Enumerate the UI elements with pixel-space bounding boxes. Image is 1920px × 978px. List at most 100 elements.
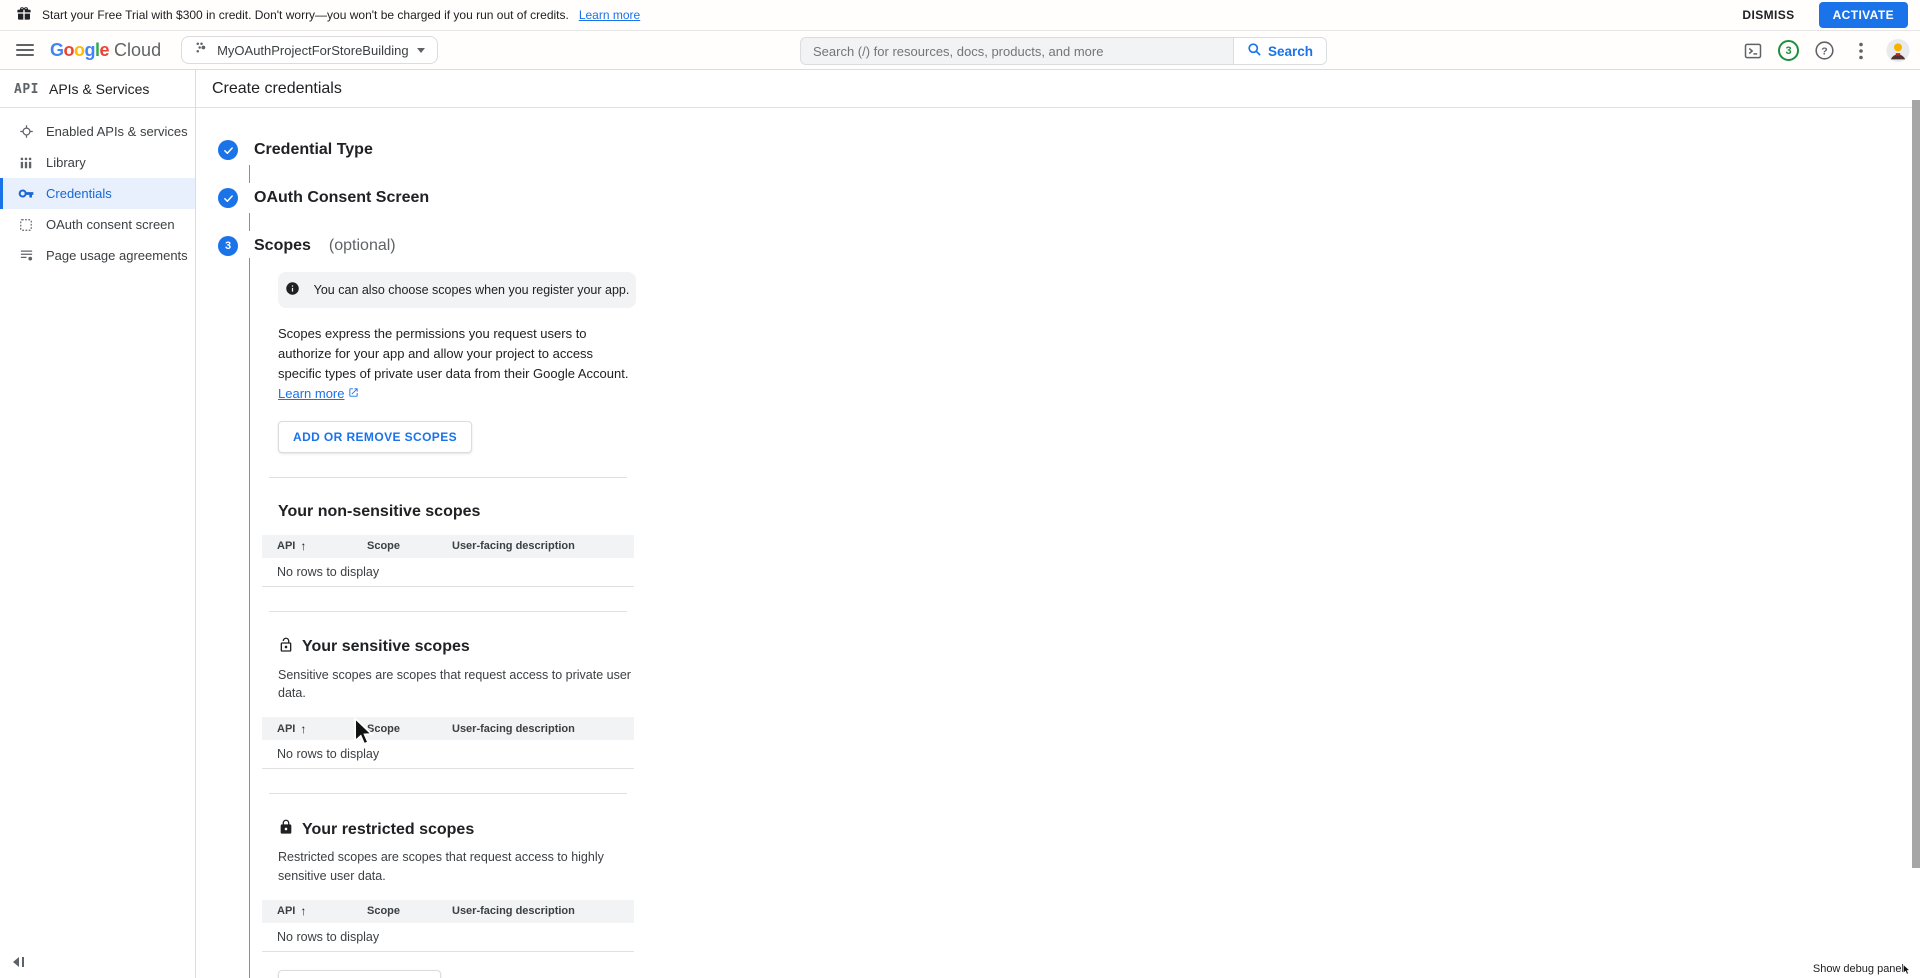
main-content: Create credentials Credential Type OAuth… bbox=[196, 70, 1920, 978]
apis-services-logo: API bbox=[14, 82, 39, 97]
lock-open-icon bbox=[278, 637, 294, 658]
key-icon bbox=[18, 186, 34, 202]
restricted-scopes-heading: Your restricted scopes bbox=[278, 819, 679, 840]
sidebar-item-label: Enabled APIs & services bbox=[46, 124, 188, 139]
logo-google-word: Google bbox=[50, 40, 109, 61]
sidebar-item-oauth-consent[interactable]: OAuth consent screen bbox=[0, 209, 195, 240]
sidebar-item-label: Credentials bbox=[46, 186, 112, 201]
non-sensitive-scopes-table: API ↑ Scope User-facing description No r… bbox=[262, 535, 634, 587]
notification-count: 3 bbox=[1785, 45, 1791, 57]
svg-text:?: ? bbox=[1821, 45, 1827, 57]
sidebar-collapse-icon[interactable] bbox=[12, 956, 28, 968]
step-complete-icon bbox=[218, 188, 238, 208]
learn-more-label: Learn more bbox=[278, 386, 344, 401]
section-title: Your sensitive scopes bbox=[302, 638, 470, 656]
enabled-apis-icon bbox=[18, 124, 34, 140]
external-link-icon bbox=[348, 386, 359, 401]
activate-button[interactable]: ACTIVATE bbox=[1819, 2, 1908, 28]
column-header-api[interactable]: API ↑ bbox=[262, 722, 352, 736]
notifications-badge[interactable]: 3 bbox=[1778, 40, 1799, 61]
search-button-label: Search bbox=[1268, 44, 1313, 59]
column-header-api[interactable]: API ↑ bbox=[262, 904, 352, 918]
sidebar-item-label: Page usage agreements bbox=[46, 248, 188, 263]
agreements-icon bbox=[18, 248, 34, 264]
credential-stepper: Credential Type OAuth Consent Screen 3 S… bbox=[196, 108, 1920, 978]
sidebar-header: API APIs & Services bbox=[0, 70, 195, 107]
scopes-learn-more-link[interactable]: Learn more bbox=[278, 386, 344, 401]
step-connector bbox=[249, 165, 250, 183]
column-header-scope[interactable]: Scope bbox=[352, 905, 437, 917]
column-header-description[interactable]: User-facing description bbox=[437, 905, 634, 917]
vertical-scrollbar[interactable] bbox=[1912, 100, 1920, 868]
add-or-remove-scopes-button[interactable]: ADD OR REMOVE SCOPES bbox=[278, 421, 472, 453]
sidebar-item-credentials[interactable]: Credentials bbox=[0, 178, 195, 209]
dismiss-button[interactable]: DISMISS bbox=[1728, 2, 1808, 28]
sensitive-scopes-table: API ↑ Scope User-facing description No r… bbox=[262, 717, 634, 769]
scopes-step-body: You can also choose scopes when you regi… bbox=[249, 258, 679, 978]
help-icon[interactable]: ? bbox=[1812, 39, 1836, 63]
column-header-api[interactable]: API ↑ bbox=[262, 539, 352, 553]
column-header-scope[interactable]: Scope bbox=[352, 723, 437, 735]
non-sensitive-scopes-heading: Your non-sensitive scopes bbox=[278, 503, 679, 521]
sort-ascending-icon: ↑ bbox=[300, 539, 306, 553]
trial-banner-message: Start your Free Trial with $300 in credi… bbox=[42, 8, 569, 22]
empty-table-message: No rows to display bbox=[262, 558, 634, 587]
section-divider bbox=[269, 793, 627, 794]
google-cloud-logo[interactable]: Google Cloud bbox=[50, 40, 161, 61]
library-icon bbox=[18, 155, 34, 171]
table-header-row: API ↑ Scope User-facing description bbox=[262, 535, 634, 558]
cloud-shell-icon[interactable] bbox=[1741, 39, 1765, 63]
global-search: Search bbox=[800, 37, 1327, 65]
avatar[interactable] bbox=[1886, 39, 1910, 63]
app-header: Google Cloud MyOAuthProjectForStoreBuild… bbox=[0, 31, 1920, 70]
hamburger-menu-icon[interactable] bbox=[16, 44, 34, 56]
page-title-bar: Create credentials bbox=[196, 70, 1920, 108]
sensitive-scopes-subtitle: Sensitive scopes are scopes that request… bbox=[278, 666, 638, 704]
show-debug-panel-link[interactable]: Show debug panel bbox=[1813, 960, 1914, 975]
header-icon-group: 3 ? bbox=[1741, 31, 1910, 70]
lock-icon bbox=[278, 819, 294, 840]
logo-cloud-word: Cloud bbox=[114, 40, 161, 61]
column-header-scope[interactable]: Scope bbox=[352, 540, 437, 552]
column-header-description[interactable]: User-facing description bbox=[437, 540, 634, 552]
step-oauth-consent-screen[interactable]: OAuth Consent Screen bbox=[218, 186, 1920, 210]
scopes-info-text: You can also choose scopes when you regi… bbox=[314, 283, 630, 297]
more-options-icon[interactable] bbox=[1849, 39, 1873, 63]
column-header-description[interactable]: User-facing description bbox=[437, 723, 634, 735]
gift-icon bbox=[16, 5, 32, 26]
restricted-scopes-subtitle: Restricted scopes are scopes that reques… bbox=[278, 848, 608, 886]
sidebar-item-page-usage[interactable]: Page usage agreements bbox=[0, 240, 195, 271]
scopes-description-text: Scopes express the permissions you reque… bbox=[278, 326, 628, 381]
sort-ascending-icon: ↑ bbox=[300, 722, 306, 736]
search-input[interactable] bbox=[801, 38, 1233, 64]
step-optional-suffix: (optional) bbox=[329, 237, 396, 255]
consent-screen-icon bbox=[18, 217, 34, 233]
sensitive-scopes-heading: Your sensitive scopes bbox=[278, 637, 679, 658]
project-picker[interactable]: MyOAuthProjectForStoreBuilding bbox=[181, 36, 437, 64]
sidebar-item-library[interactable]: Library bbox=[0, 147, 195, 178]
section-title: Your non-sensitive scopes bbox=[278, 503, 480, 521]
sidebar-item-enabled-apis[interactable]: Enabled APIs & services bbox=[0, 116, 195, 147]
step-label: Credential Type bbox=[254, 141, 373, 159]
save-and-continue-button[interactable]: SAVE AND CONTINUE bbox=[278, 970, 441, 978]
empty-table-message: No rows to display bbox=[262, 923, 634, 952]
sidebar-title: APIs & Services bbox=[49, 81, 149, 97]
page-title: Create credentials bbox=[212, 80, 342, 98]
section-title: Your restricted scopes bbox=[302, 821, 474, 839]
trial-learn-more-link[interactable]: Learn more bbox=[579, 8, 640, 22]
sidebar-item-label: Library bbox=[46, 155, 86, 170]
restricted-scopes-table: API ↑ Scope User-facing description No r… bbox=[262, 900, 634, 952]
debug-label-text: Show debug panel bbox=[1813, 963, 1904, 975]
step-scopes[interactable]: 3 Scopes (optional) bbox=[218, 234, 1920, 258]
step-complete-icon bbox=[218, 140, 238, 160]
debug-cursor-icon bbox=[1902, 964, 1912, 978]
table-header-row: API ↑ Scope User-facing description bbox=[262, 717, 634, 740]
step-number-badge: 3 bbox=[218, 236, 238, 256]
search-button[interactable]: Search bbox=[1233, 38, 1326, 64]
chevron-down-icon bbox=[417, 48, 425, 53]
section-divider bbox=[269, 611, 627, 612]
free-trial-banner: Start your Free Trial with $300 in credi… bbox=[0, 0, 1920, 31]
sort-ascending-icon: ↑ bbox=[300, 904, 306, 918]
project-name: MyOAuthProjectForStoreBuilding bbox=[217, 43, 408, 58]
step-credential-type[interactable]: Credential Type bbox=[218, 138, 1920, 162]
